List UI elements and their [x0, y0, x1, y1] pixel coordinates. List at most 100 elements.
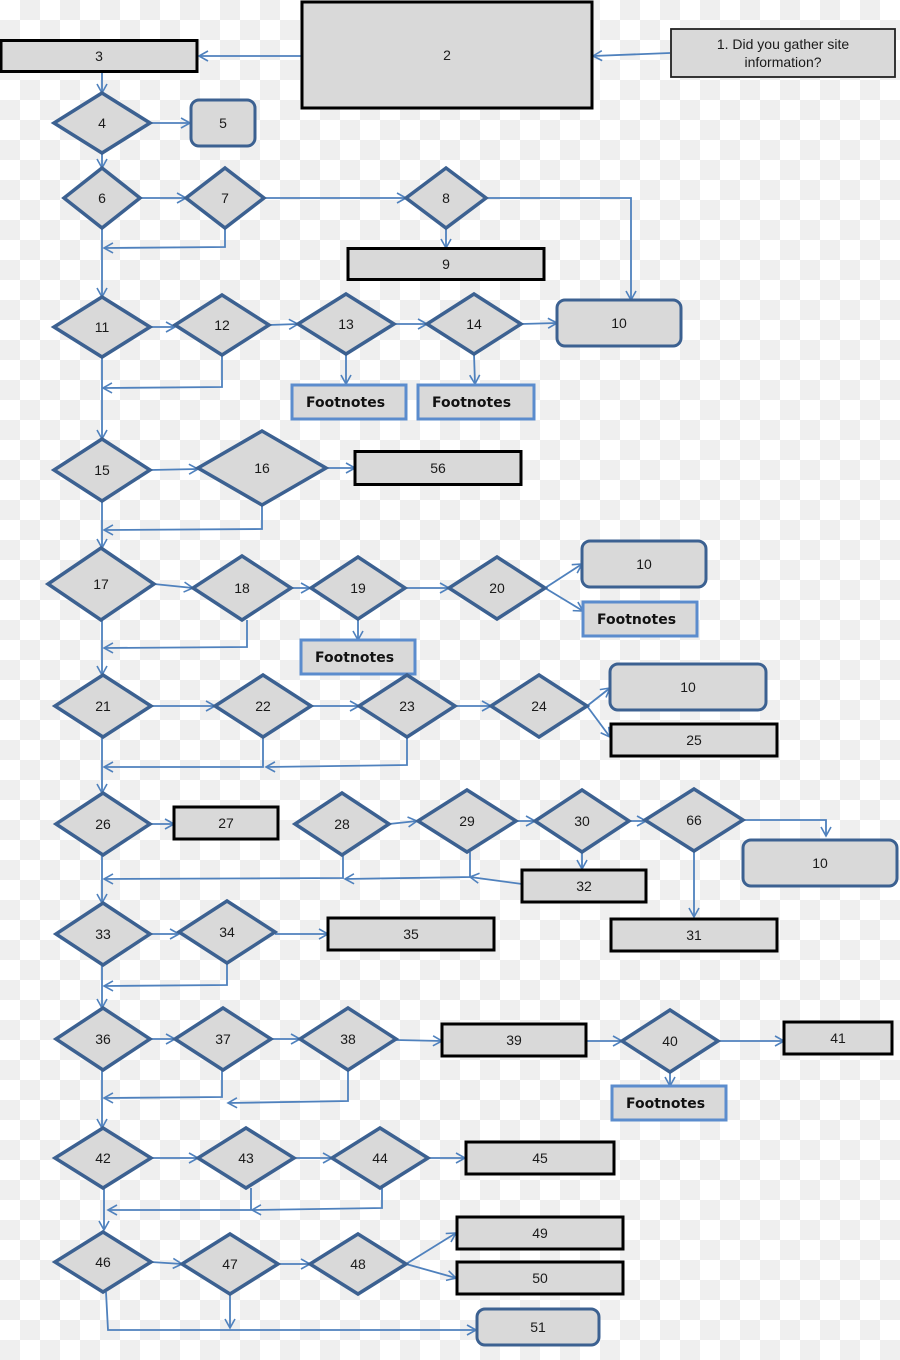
footnotes-node-fn13[interactable]: Footnotes [290, 383, 408, 421]
process-node-n35[interactable]: 35 [326, 916, 496, 952]
decision-node-n38[interactable]: 38 [296, 1005, 400, 1073]
terminal-node-n10d[interactable]: 10 [741, 838, 899, 888]
decision-node-n8[interactable]: 8 [403, 165, 489, 231]
node-label: 45 [532, 1150, 548, 1166]
node-label: 56 [430, 460, 446, 476]
decision-node-n17[interactable]: 17 [44, 545, 158, 623]
terminal-node-n10c[interactable]: 10 [608, 662, 768, 712]
decision-node-n37[interactable]: 37 [171, 1005, 275, 1073]
decision-node-n33[interactable]: 33 [52, 900, 154, 968]
decision-node-n22[interactable]: 22 [211, 672, 315, 740]
node-label: 17 [93, 576, 109, 592]
node-label: 6 [98, 190, 106, 206]
process-node-n27[interactable]: 27 [172, 805, 280, 841]
decision-node-n18[interactable]: 18 [189, 553, 295, 623]
process-node-n45[interactable]: 45 [464, 1140, 616, 1176]
node-label: 4 [98, 115, 106, 131]
edge-n20-to-fn20 [544, 587, 585, 612]
node-label: 23 [399, 698, 415, 714]
decision-node-n7[interactable]: 7 [183, 165, 267, 231]
process-node-n9[interactable]: 9 [346, 247, 546, 281]
edge-n46-to-n47 [150, 1257, 184, 1270]
node-label: 50 [532, 1270, 548, 1286]
edge-n12-to-n13 [268, 318, 300, 330]
edge-n46-to-n51 [105, 1291, 478, 1336]
node-label: 12 [214, 317, 230, 333]
footnotes-node-fn19[interactable]: Footnotes [299, 638, 417, 676]
terminal-node-n5[interactable]: 5 [189, 98, 257, 148]
node-label: 33 [95, 926, 111, 942]
process-node-n41[interactable]: 41 [782, 1020, 894, 1056]
decision-node-n43[interactable]: 43 [194, 1125, 298, 1191]
footnotes-node-fn20[interactable]: Footnotes [581, 600, 699, 638]
process-node-n2[interactable]: 2 [300, 0, 594, 110]
decision-node-n48[interactable]: 48 [306, 1231, 410, 1297]
decision-node-n26[interactable]: 26 [52, 790, 154, 858]
decision-node-n34[interactable]: 34 [175, 898, 279, 966]
edge-n43-to-n46 [106, 1188, 252, 1216]
decision-node-n29[interactable]: 29 [414, 787, 520, 855]
terminal-node-n10b[interactable]: 10 [580, 539, 708, 589]
decision-node-n21[interactable]: 21 [51, 672, 155, 740]
decision-node-n19[interactable]: 19 [307, 554, 409, 622]
process-node-n32[interactable]: 32 [520, 868, 648, 904]
decision-node-n24[interactable]: 24 [487, 672, 591, 740]
node-label: 41 [830, 1030, 846, 1046]
edge-n12-to-n15 [101, 355, 223, 394]
process-node-n1[interactable]: 1. Did you gather site information? [670, 28, 896, 78]
decision-node-n11[interactable]: 11 [50, 294, 154, 360]
footnotes-node-fn40[interactable]: Footnotes [610, 1084, 728, 1122]
decision-node-n23[interactable]: 23 [355, 672, 459, 740]
process-node-n56[interactable]: 56 [353, 450, 523, 486]
edge-n1-to-n2 [591, 49, 671, 62]
decision-node-n46[interactable]: 46 [51, 1229, 155, 1295]
decision-node-n28[interactable]: 28 [291, 790, 393, 858]
node-label: 31 [686, 927, 702, 943]
decision-node-n6[interactable]: 6 [61, 165, 143, 231]
decision-node-n44[interactable]: 44 [328, 1125, 432, 1191]
node-label: 10 [611, 315, 627, 331]
decision-node-n13[interactable]: 13 [294, 291, 398, 357]
node-label: 30 [574, 813, 590, 829]
decision-node-n66[interactable]: 66 [641, 786, 747, 854]
footnotes-node-fn14[interactable]: Footnotes [416, 383, 536, 421]
process-node-n39[interactable]: 39 [440, 1022, 588, 1058]
node-label: 5 [219, 115, 227, 131]
node-label: 2 [443, 47, 451, 63]
edge-n15-to-n16 [149, 463, 200, 475]
node-label: 29 [459, 813, 475, 829]
decision-node-n40[interactable]: 40 [618, 1007, 722, 1075]
terminal-node-n10a[interactable]: 10 [555, 298, 683, 348]
decision-node-n42[interactable]: 42 [51, 1125, 155, 1191]
decision-node-n12[interactable]: 12 [171, 292, 273, 358]
node-label: 28 [334, 816, 350, 832]
terminal-node-n51[interactable]: 51 [475, 1307, 601, 1347]
decision-node-n16[interactable]: 16 [194, 428, 330, 508]
edge-n48-to-n49 [405, 1232, 458, 1265]
node-label: 48 [350, 1256, 366, 1272]
node-label: 40 [662, 1033, 678, 1049]
process-node-n3[interactable]: 3 [0, 39, 199, 73]
decision-node-n15[interactable]: 15 [50, 436, 154, 504]
decision-node-n20[interactable]: 20 [445, 554, 549, 622]
decision-node-n14[interactable]: 14 [423, 291, 525, 357]
process-node-n25[interactable]: 25 [609, 722, 779, 758]
decision-node-n36[interactable]: 36 [52, 1005, 154, 1073]
node-label: 20 [489, 580, 505, 596]
process-node-n31[interactable]: 31 [609, 917, 779, 953]
decision-node-n30[interactable]: 30 [531, 787, 633, 855]
node-label: 3 [95, 48, 103, 64]
edge-n38-to-n39 [395, 1035, 444, 1047]
node-label: 38 [340, 1031, 356, 1047]
node-label: 32 [576, 878, 592, 894]
edge-n14-to-n10a [520, 317, 559, 329]
node-label: 34 [219, 924, 235, 940]
node-label-line: 1. Did you gather site [717, 36, 850, 52]
decision-node-n4[interactable]: 4 [50, 90, 154, 156]
node-label: 8 [442, 190, 450, 206]
process-node-n49[interactable]: 49 [455, 1215, 625, 1251]
node-label: 10 [812, 855, 828, 871]
process-node-n50[interactable]: 50 [455, 1260, 625, 1296]
decision-node-n47[interactable]: 47 [178, 1231, 282, 1297]
node-label: 24 [531, 698, 547, 714]
